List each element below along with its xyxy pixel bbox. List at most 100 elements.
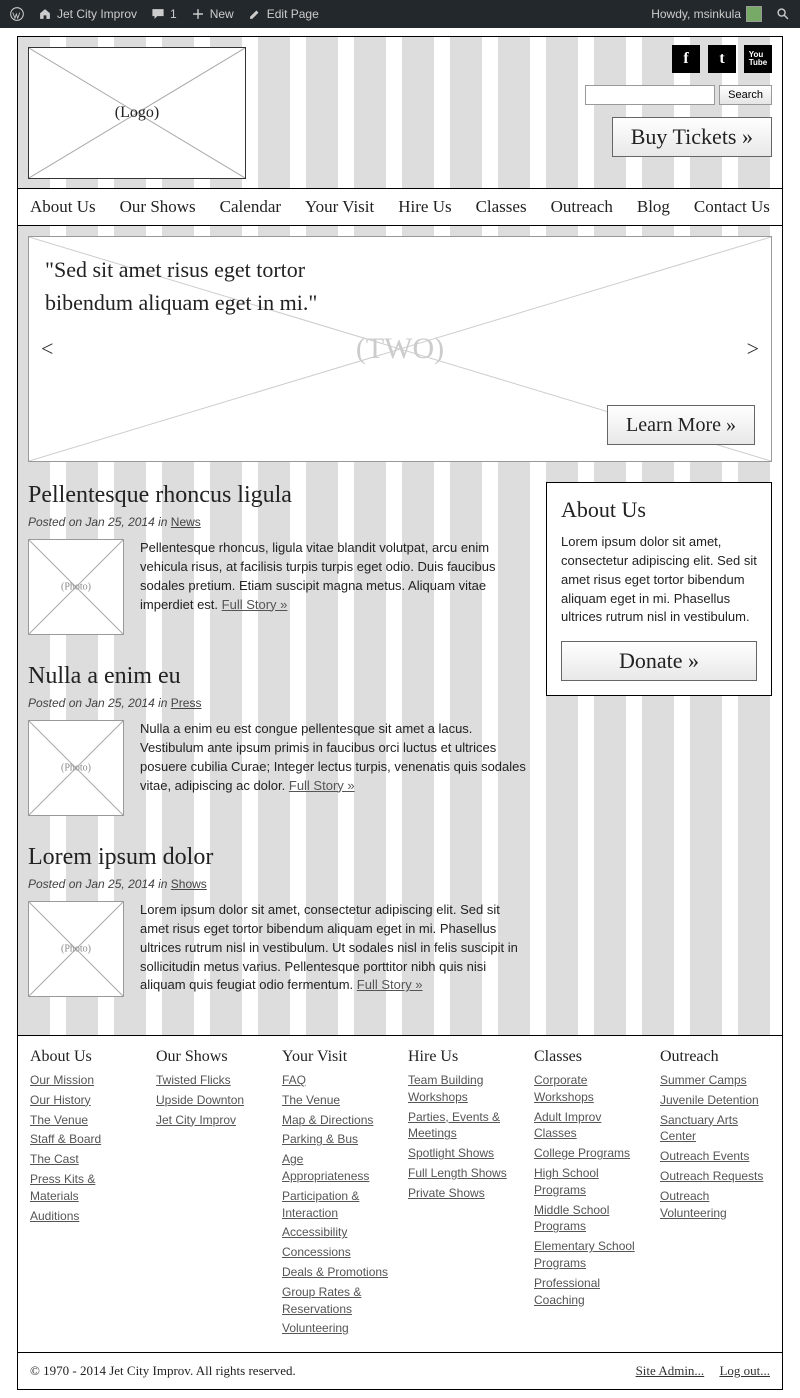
footer-link[interactable]: Adult Improv Classes <box>534 1109 644 1143</box>
footer-link[interactable]: Middle School Programs <box>534 1202 644 1236</box>
youtube-icon[interactable]: YouTube <box>744 45 772 73</box>
full-story-link[interactable]: Full Story » <box>289 778 355 793</box>
footer-link[interactable]: Corporate Workshops <box>534 1072 644 1106</box>
search-button[interactable]: Search <box>719 85 772 105</box>
footer-link[interactable]: Jet City Improv <box>156 1112 266 1129</box>
footer-heading: About Us <box>30 1048 140 1066</box>
comments-count: 1 <box>170 7 177 21</box>
nav-item-classes[interactable]: Classes <box>476 197 527 217</box>
footer-link[interactable]: Parties, Events & Meetings <box>408 1109 518 1143</box>
nav-item-about-us[interactable]: About Us <box>30 197 96 217</box>
footer-link[interactable]: Our Mission <box>30 1072 140 1089</box>
logo[interactable]: (Logo) <box>28 47 246 179</box>
sidebar-text: Lorem ipsum dolor sit amet, consectetur … <box>561 533 757 627</box>
nav-item-your-visit[interactable]: Your Visit <box>305 197 374 217</box>
nav-item-hire-us[interactable]: Hire Us <box>398 197 451 217</box>
footer-link[interactable]: Concessions <box>282 1244 392 1261</box>
post-title[interactable]: Nulla a enim eu <box>28 663 526 690</box>
full-story-link[interactable]: Full Story » <box>357 977 423 992</box>
footer-link[interactable]: College Programs <box>534 1145 644 1162</box>
post: Lorem ipsum dolor Posted on Jan 25, 2014 … <box>28 844 526 997</box>
edit-page-link[interactable]: Edit Page <box>248 7 319 21</box>
footer-link[interactable]: Sanctuary Arts Center <box>660 1112 770 1146</box>
full-story-link[interactable]: Full Story » <box>222 597 288 612</box>
footer-link[interactable]: Deals & Promotions <box>282 1264 392 1281</box>
footer-heading: Your Visit <box>282 1048 392 1066</box>
footer-link[interactable]: Upside Downton <box>156 1092 266 1109</box>
facebook-icon[interactable]: f <box>672 45 700 73</box>
footer-link[interactable]: Private Shows <box>408 1185 518 1202</box>
footer-link[interactable]: Outreach Requests <box>660 1168 770 1185</box>
nav-item-contact-us[interactable]: Contact Us <box>694 197 770 217</box>
footer-link[interactable]: Outreach Volunteering <box>660 1188 770 1222</box>
footer-link[interactable]: Full Length Shows <box>408 1165 518 1182</box>
post-thumb[interactable]: (Photo) <box>28 901 124 997</box>
footer-link[interactable]: Outreach Events <box>660 1148 770 1165</box>
footer-link[interactable]: Map & Directions <box>282 1112 392 1129</box>
footer-link[interactable]: Age Appropriateness <box>282 1151 392 1185</box>
copyright-text: © 1970 - 2014 Jet City Improv. All right… <box>30 1363 296 1379</box>
footer-heading: Our Shows <box>156 1048 266 1066</box>
post-excerpt: Pellentesque rhoncus, ligula vitae bland… <box>140 539 526 635</box>
footer-link[interactable]: The Venue <box>30 1112 140 1129</box>
logout-link[interactable]: Log out... <box>719 1363 770 1378</box>
howdy-link[interactable]: Howdy, msinkula <box>651 6 762 22</box>
avatar <box>746 6 762 22</box>
post: Nulla a enim euPosted on Jan 25, 2014 in… <box>28 663 526 816</box>
buy-tickets-button[interactable]: Buy Tickets » <box>612 117 772 157</box>
donate-button[interactable]: Donate » <box>561 641 757 681</box>
footer-link[interactable]: Participation & Interaction <box>282 1188 392 1222</box>
footer-link[interactable]: Spotlight Shows <box>408 1145 518 1162</box>
sidebar: About Us Lorem ipsum dolor sit amet, con… <box>546 482 772 1025</box>
hero-next-button[interactable]: > <box>747 336 759 362</box>
footer-link[interactable]: Our History <box>30 1092 140 1109</box>
footer-link[interactable]: Professional Coaching <box>534 1275 644 1309</box>
new-label: New <box>210 7 234 21</box>
thumb-label: (Photo) <box>61 582 91 593</box>
edit-label: Edit Page <box>267 7 319 21</box>
search-input[interactable] <box>585 85 715 105</box>
post-excerpt: Nulla a enim eu est congue pellentesque … <box>140 720 526 816</box>
footer-link[interactable]: FAQ <box>282 1072 392 1089</box>
footer-link[interactable]: The Cast <box>30 1151 140 1168</box>
post-meta: Posted on Jan 25, 2014 in News <box>28 515 526 529</box>
site-admin-link[interactable]: Site Admin... <box>636 1363 705 1378</box>
footer-link[interactable]: High School Programs <box>534 1165 644 1199</box>
footer-link[interactable]: Accessibility <box>282 1224 392 1241</box>
footer-link[interactable]: Group Rates & Reservations <box>282 1284 392 1318</box>
nav-item-our-shows[interactable]: Our Shows <box>120 197 196 217</box>
post-category-link[interactable]: Shows <box>171 877 207 891</box>
post-category-link[interactable]: News <box>171 515 201 529</box>
twitter-icon[interactable]: t <box>708 45 736 73</box>
footer-link[interactable]: Team Building Workshops <box>408 1072 518 1106</box>
wp-logo[interactable] <box>10 7 24 21</box>
footer-nav: About Us Our Mission Our History The Venue S… <box>18 1035 782 1352</box>
learn-more-button[interactable]: Learn More » <box>607 405 755 445</box>
footer-link[interactable]: The Venue <box>282 1092 392 1109</box>
new-link[interactable]: New <box>191 7 234 21</box>
footer-link[interactable]: Summer Camps <box>660 1072 770 1089</box>
footer-link[interactable]: Staff & Board <box>30 1131 140 1148</box>
post-thumb[interactable]: (Photo) <box>28 539 124 635</box>
footer-link[interactable]: Volunteering <box>282 1320 392 1337</box>
nav-item-calendar[interactable]: Calendar <box>220 197 281 217</box>
post-category-link[interactable]: Press <box>171 696 202 710</box>
footer-link[interactable]: Juvenile Detention <box>660 1092 770 1109</box>
wp-admin-bar: Jet City Improv 1 New Edit Page Howdy, m… <box>0 0 800 28</box>
site-link[interactable]: Jet City Improv <box>38 7 137 21</box>
nav-item-outreach[interactable]: Outreach <box>551 197 613 217</box>
footer-link[interactable]: Elementary School Programs <box>534 1238 644 1272</box>
post-meta: Posted on Jan 25, 2014 in Shows <box>28 877 526 891</box>
admin-search-icon[interactable] <box>776 7 790 21</box>
hero-prev-button[interactable]: < <box>41 336 53 362</box>
footer-col-our-shows: Our Shows Twisted Flicks Upside Downton Jet… <box>156 1048 266 1340</box>
post-thumb[interactable]: (Photo) <box>28 720 124 816</box>
post-title[interactable]: Lorem ipsum dolor <box>28 844 526 871</box>
post-title[interactable]: Pellentesque rhoncus ligula <box>28 482 526 509</box>
nav-item-blog[interactable]: Blog <box>637 197 670 217</box>
footer-link[interactable]: Twisted Flicks <box>156 1072 266 1089</box>
footer-link[interactable]: Auditions <box>30 1208 140 1225</box>
footer-link[interactable]: Press Kits & Materials <box>30 1171 140 1205</box>
comments-link[interactable]: 1 <box>151 7 177 21</box>
footer-link[interactable]: Parking & Bus <box>282 1131 392 1148</box>
